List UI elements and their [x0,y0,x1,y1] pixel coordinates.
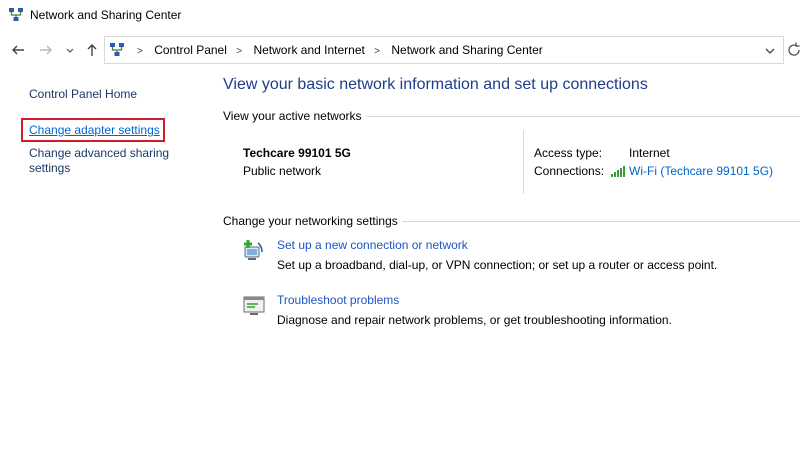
task-pane: Control Panel Home Change adapter settin… [0,70,205,450]
breadcrumb-network-and-sharing-center[interactable]: Network and Sharing Center [391,43,542,57]
divider [402,221,800,222]
divider [367,116,800,117]
up-button[interactable] [83,40,101,60]
control-panel-home-link[interactable]: Control Panel Home [29,87,137,102]
change-advanced-sharing-settings-link[interactable]: Change advanced sharing settings [29,146,189,176]
back-button[interactable] [9,40,27,60]
refresh-icon[interactable] [788,40,800,60]
window-title: Network and Sharing Center [30,8,182,22]
change-settings-header: Change your networking settings [223,214,398,228]
breadcrumb: > Control Panel > Network and Internet >… [131,43,543,57]
setup-connection-link[interactable]: Set up a new connection or network [277,238,468,252]
wifi-signal-icon [611,166,625,177]
chevron-right-icon[interactable]: > [137,46,143,57]
access-type-value: Internet [629,146,670,160]
new-connection-icon [244,240,263,260]
arrow-up-icon [87,44,97,56]
troubleshoot-icon [243,296,265,315]
change-adapter-settings-link[interactable]: Change adapter settings [29,123,160,138]
chevron-down-icon [66,48,74,53]
forward-button[interactable] [37,40,55,60]
recent-locations-button[interactable] [63,40,77,60]
network-icon [9,8,23,21]
wifi-connection-link[interactable]: Wi-Fi (Techcare 99101 5G) [611,164,773,178]
chevron-right-icon[interactable]: > [374,46,380,57]
breadcrumb-network-and-internet[interactable]: Network and Internet [253,43,364,57]
network-name: Techcare 99101 5G [243,146,351,160]
connections-label: Connections: [534,164,605,178]
network-icon [110,43,124,56]
address-bar[interactable]: > Control Panel > Network and Internet >… [104,36,784,64]
divider [523,130,524,194]
navigation-bar: > Control Panel > Network and Internet >… [0,36,800,64]
arrow-right-icon [40,45,52,55]
chevron-right-icon[interactable]: > [236,46,242,57]
breadcrumb-control-panel[interactable]: Control Panel [154,43,227,57]
wifi-connection-label[interactable]: Wi-Fi (Techcare 99101 5G) [629,164,773,178]
main-content: View your basic network information and … [222,70,800,450]
page-title: View your basic network information and … [223,76,648,93]
network-category: Public network [243,164,322,178]
chevron-down-icon[interactable] [765,46,775,56]
arrow-left-icon [12,45,24,55]
troubleshoot-description: Diagnose and repair network problems, or… [277,313,672,327]
active-networks-header: View your active networks [223,109,362,123]
access-type-label: Access type: [534,146,603,160]
setup-connection-description: Set up a broadband, dial-up, or VPN conn… [277,258,718,272]
troubleshoot-link[interactable]: Troubleshoot problems [277,293,399,307]
title-bar: Network and Sharing Center [0,0,800,30]
